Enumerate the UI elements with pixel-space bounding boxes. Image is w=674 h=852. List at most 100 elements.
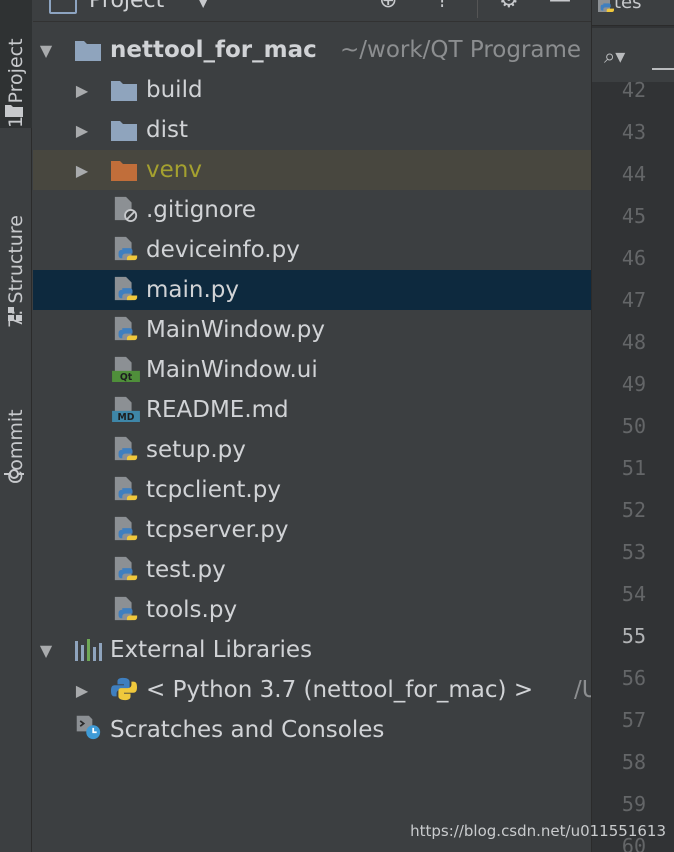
folder-icon [75,41,101,61]
tree-row-test-py[interactable]: test.py [33,550,591,590]
tree-row-scratches[interactable]: Scratches and Consoles [33,710,591,750]
tree-row-setup-py[interactable]: setup.py [33,430,591,470]
collapsed-arrow-icon[interactable]: ▶ [75,81,89,100]
line-number: 55 [621,624,646,648]
expanded-arrow-icon[interactable]: ▼ [39,41,53,60]
tree-item-label: tools.py [146,597,238,623]
tree-row-tools-py[interactable]: tools.py [33,590,591,630]
commit-tool-tab[interactable]: Commit [0,372,32,484]
tree-item-label: README.md [146,397,289,423]
tree-root-row[interactable]: ▼ nettool_for_mac ~/work/QT Programe [33,30,591,70]
structure-icon [8,307,22,321]
tree-item-label: External Libraries [110,637,313,663]
line-number: 58 [621,750,646,774]
collapse-all-icon[interactable]: ⇡ [433,0,451,13]
tree-row-dist[interactable]: ▶ dist [33,110,591,150]
root-folder-path: ~/work/QT Programe [340,37,582,63]
collapsed-arrow-icon[interactable]: ▶ [75,161,89,180]
qt-badge: Qt [120,372,133,382]
python-sdk-label: < Python 3.7 (nettool_for_mac) > [146,677,534,703]
search-field-underline [652,68,674,70]
expanded-arrow-icon[interactable]: ▼ [39,641,53,660]
folder-icon [111,121,137,141]
line-number: 51 [621,456,646,480]
tree-item-label: MainWindow.ui [146,357,318,383]
line-number: 50 [621,414,646,438]
markdown-file-icon: MD [112,396,140,422]
line-number: 56 [621,666,646,690]
project-panel: Project ▼ ⊕ ⇡ ⚙ — ▼ nettool_for_mac ~/wo… [33,0,591,852]
tree-item-label: test.py [146,557,226,583]
line-number: 45 [621,204,646,228]
python-file-icon [114,476,138,501]
collapsed-arrow-icon[interactable]: ▶ [75,681,89,700]
tree-item-label: Scratches and Consoles [110,717,385,743]
gear-icon[interactable]: ⚙ [499,0,519,13]
tree-row-external-libraries[interactable]: ▼ External Libraries [33,630,591,670]
excluded-folder-icon [111,161,137,181]
header-divider [477,0,478,18]
python-file-icon [114,596,138,621]
line-number: 47 [621,288,646,312]
line-number: 43 [621,120,646,144]
search-icon[interactable]: ⌕▾ [604,44,625,68]
editor-tab-label[interactable]: tes [614,0,642,13]
hide-panel-icon[interactable]: — [549,0,571,13]
line-number: 59 [621,792,646,816]
editor-tab-bar: tes [592,0,674,26]
tree-row-gitignore[interactable]: .gitignore [33,190,591,230]
python-file-icon [598,0,614,12]
project-panel-header: Project ▼ ⊕ ⇡ ⚙ — [33,0,591,22]
python-file-icon [114,556,138,581]
locate-target-icon[interactable]: ⊕ [379,0,397,13]
tree-row-tcpserver-py[interactable]: tcpserver.py [33,510,591,550]
tree-row-python-sdk[interactable]: ▶ < Python 3.7 (nettool_for_mac) > /U [33,670,591,710]
line-number: 53 [621,540,646,564]
python-file-icon [114,516,138,541]
tree-row-deviceinfo-py[interactable]: deviceinfo.py [33,230,591,270]
tree-item-label: tcpserver.py [146,517,289,543]
tree-row-tcpclient-py[interactable]: tcpclient.py [33,470,591,510]
editor-search-bar[interactable]: ⌕▾ [592,28,674,82]
line-number: 57 [621,708,646,732]
line-number: 46 [621,246,646,270]
python-file-icon [114,276,138,301]
collapsed-arrow-icon[interactable]: ▶ [75,121,89,140]
structure-tool-tab[interactable]: 7: Structure [0,168,32,328]
python-logo-icon [111,677,137,701]
line-number: 54 [621,582,646,606]
chevron-down-icon[interactable]: ▼ [197,0,209,10]
python-file-icon [114,436,138,461]
tool-window-strip: 1: Project 7: Structure Commit [0,0,32,852]
tree-row-main-py[interactable]: main.py [33,270,591,310]
project-tool-label: 1: Project [5,38,27,128]
tree-item-label: main.py [146,277,239,303]
watermark: https://blog.csdn.net/u011551613 [410,822,666,840]
root-folder-name: nettool_for_mac [110,37,317,63]
structure-tool-label: 7: Structure [5,215,27,328]
tree-row-readme-md[interactable]: MD README.md [33,390,591,430]
tree-row-build[interactable]: ▶ build [33,70,591,110]
tree-row-mainwindow-ui[interactable]: Qt MainWindow.ui [33,350,591,390]
tree-item-label: venv [146,157,202,183]
line-number: 42 [621,78,646,102]
project-tool-tab[interactable]: 1: Project [0,0,32,128]
editor-gutter: tes ⌕▾ 42 43 44 45 46 47 48 49 50 51 52 53 54 55 56 57 5… [591,0,674,852]
scratches-icon [76,715,101,740]
commit-icon [4,469,24,479]
python-sdk-path: /U [574,677,591,703]
tree-item-label: setup.py [146,437,246,463]
project-panel-title[interactable]: Project [89,0,164,13]
line-number: 48 [621,330,646,354]
line-number: 44 [621,162,646,186]
tree-item-label: MainWindow.py [146,317,326,343]
python-file-icon [114,236,138,261]
tree-row-venv[interactable]: ▶ venv [33,150,591,190]
tree-item-label: tcpclient.py [146,477,281,503]
line-number: 49 [621,372,646,396]
tree-item-label: .gitignore [146,197,257,223]
folder-icon [111,81,137,101]
tree-row-mainwindow-py[interactable]: MainWindow.py [33,310,591,350]
tree-item-label: dist [146,117,188,143]
line-number: 52 [621,498,646,522]
